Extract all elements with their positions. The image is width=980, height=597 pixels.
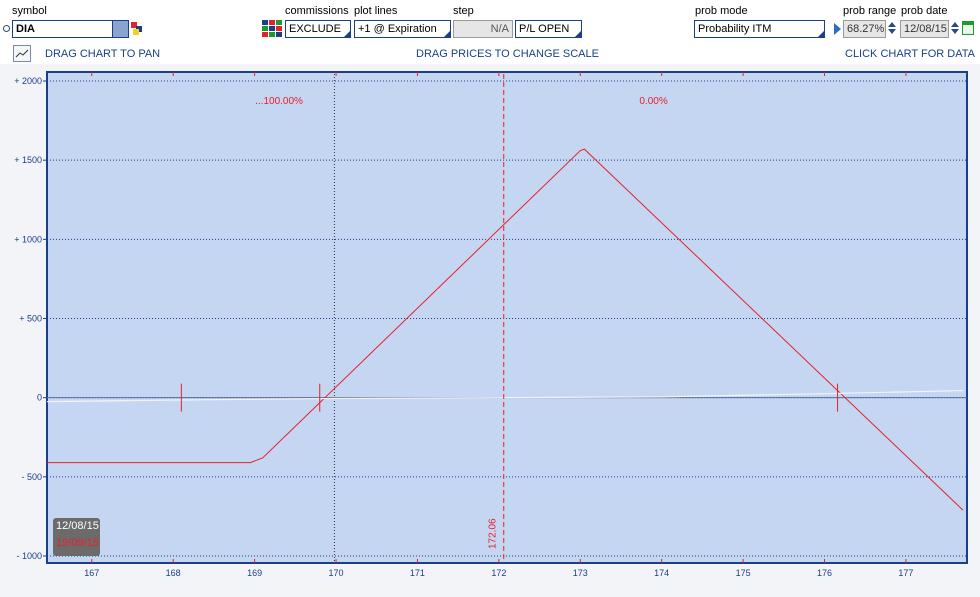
x-tick-label: 173 [573, 568, 588, 578]
y-tick-label: + 500 [19, 314, 42, 324]
probability-annotation: ...100.00% [255, 96, 303, 107]
x-tick-label: 170 [329, 568, 344, 578]
plot-area[interactable] [46, 71, 968, 564]
date-badge: 12/08/15 19/09/15 [53, 518, 100, 556]
date-expiration: 19/09/15 [56, 537, 99, 549]
current-price-label: 172.06 [488, 518, 499, 549]
y-tick-label: - 1000 [16, 551, 42, 561]
x-tick-label: 168 [166, 568, 181, 578]
y-tick-label: + 1500 [14, 155, 42, 165]
pl-chart[interactable]: + 2000 + 1500 + 1000 + 500 0 - 500 - 1000 167 16… [0, 0, 980, 597]
y-tick-label: 0 [37, 393, 42, 403]
date-current: 12/08/15 [56, 520, 99, 532]
y-tick-label: + 2000 [14, 76, 42, 86]
y-tick-label: - 500 [21, 472, 42, 482]
probability-annotation: 0.00% [639, 96, 667, 107]
x-tick-label: 175 [736, 568, 751, 578]
x-tick-label: 176 [817, 568, 832, 578]
x-tick-label: 169 [247, 568, 262, 578]
x-tick-label: 174 [654, 568, 669, 578]
x-tick-label: 172 [491, 568, 506, 578]
y-tick-label: + 1000 [14, 234, 42, 244]
x-tick-label: 177 [898, 568, 913, 578]
x-tick-label: 167 [84, 568, 99, 578]
x-tick-label: 171 [410, 568, 425, 578]
